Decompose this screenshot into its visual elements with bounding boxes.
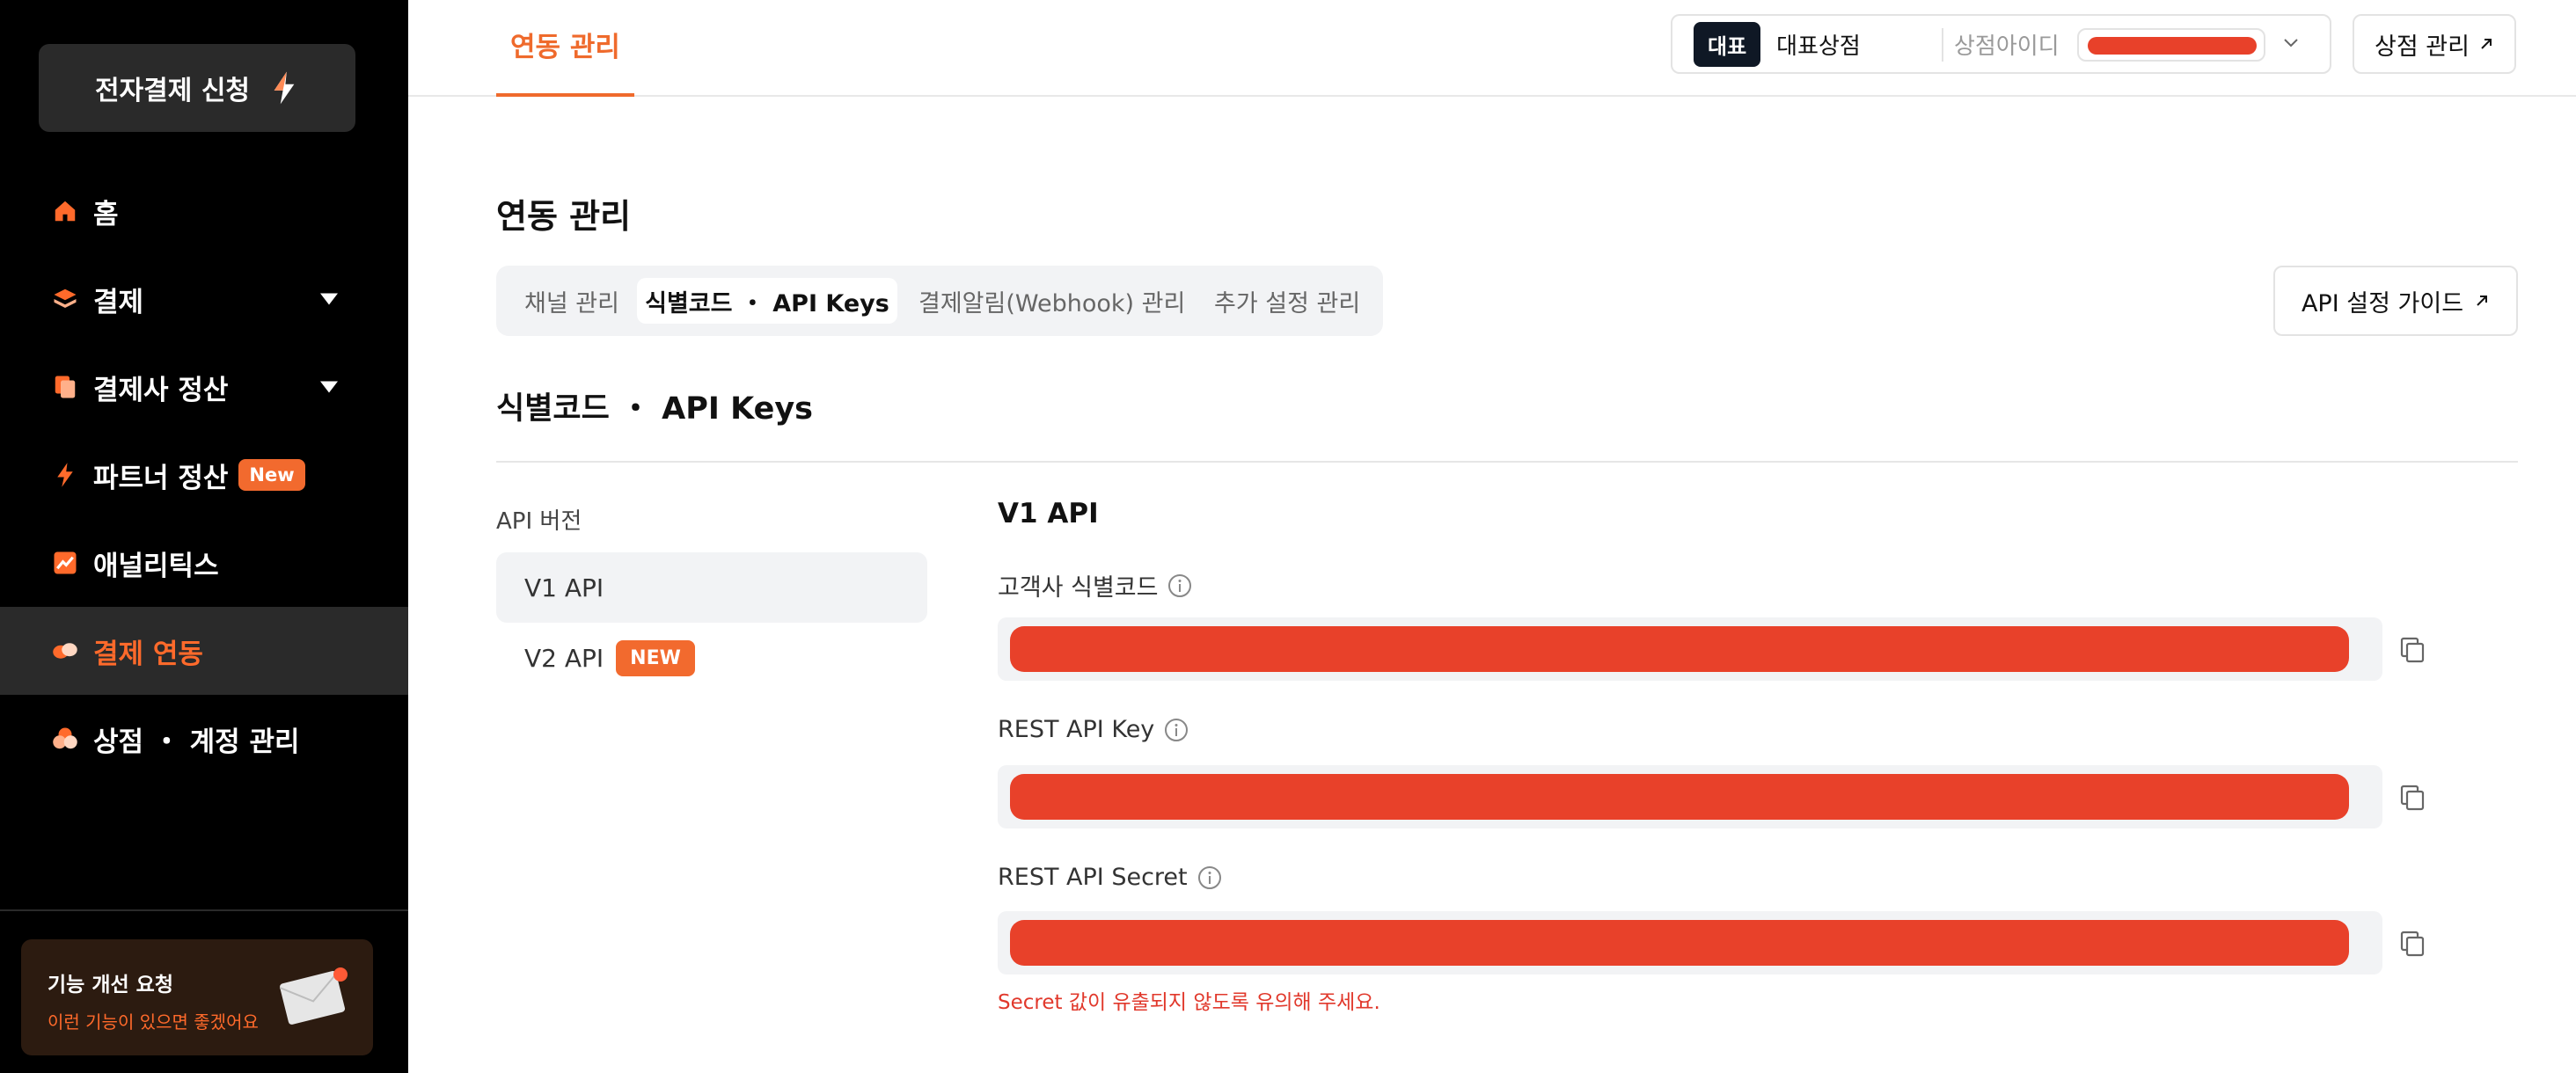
apply-payment-label: 전자결제 신청: [94, 76, 251, 106]
store-id-label: 상점아이디: [1954, 33, 2060, 60]
secret-warning: Secret 값이 유출되지 않도록 유의해 주세요.: [998, 991, 1380, 1014]
new-badge: NEW: [616, 639, 695, 676]
sidebar-item-label: 상점 ・ 계정 관리: [93, 726, 300, 758]
field-label-text: 고객사 식별코드: [998, 574, 1159, 602]
store-divider: [1942, 28, 1943, 62]
field-label-text: REST API Key: [998, 716, 1155, 743]
documents-icon: [51, 373, 79, 401]
api-version-label: V2 API: [524, 643, 604, 673]
store-management-button[interactable]: 상점 관리: [2353, 14, 2516, 74]
link-icon: [51, 637, 79, 665]
sidebar-item-analytics[interactable]: 애널리틱스: [0, 519, 408, 607]
copy-icon[interactable]: [2398, 929, 2426, 959]
sidebar-divider: [0, 909, 408, 911]
sidebar-item-label: 결제 연동: [93, 638, 203, 670]
customer-code-label: 고객사 식별코드: [998, 568, 1193, 602]
rest-api-secret-field[interactable]: [998, 911, 2382, 974]
tab-api-keys[interactable]: 식별코드 ・ API Keys: [637, 278, 897, 324]
sidebar-item-label: 애널리틱스: [93, 550, 219, 582]
info-icon[interactable]: [1197, 865, 1223, 891]
api-version-label: V1 API: [524, 573, 604, 602]
rest-api-secret-label: REST API Secret: [998, 864, 1223, 891]
sidebar-item-label: 파트너 정산: [93, 462, 229, 494]
sidebar-item-home[interactable]: 홈: [0, 167, 408, 255]
tab-webhook-management[interactable]: 결제알림(Webhook) 관리: [918, 278, 1185, 324]
caret-down-icon: [320, 293, 338, 305]
copy-icon[interactable]: [2398, 783, 2426, 813]
bolt-icon: [51, 461, 79, 489]
external-link-icon: [2481, 39, 2492, 49]
apply-payment-button[interactable]: 전자결제 신청: [39, 44, 355, 132]
store-name: 대표상점: [1776, 33, 1861, 60]
field-label-text: REST API Secret: [998, 864, 1188, 891]
new-badge: New: [238, 459, 305, 491]
envelope-icon: [279, 967, 348, 1025]
redacted-value: [1010, 774, 2349, 820]
integration-tabs: 채널 관리 식별코드 ・ API Keys 결제알림(Webhook) 관리 추…: [496, 266, 1383, 336]
sidebar-item-partner-settlement[interactable]: 파트너 정산 New: [0, 431, 408, 519]
caret-down-icon: [320, 381, 338, 393]
section-title: 식별코드 ・ API Keys: [496, 391, 814, 427]
chart-icon: [51, 549, 79, 577]
layers-icon: [51, 285, 79, 313]
info-icon[interactable]: [1163, 717, 1189, 743]
sidebar-item-payment[interactable]: 결제: [0, 255, 408, 343]
tab-integration-management[interactable]: 연동 관리: [496, 0, 634, 97]
sidebar-item-settlement[interactable]: 결제사 정산: [0, 343, 408, 431]
top-bar: 연동 관리 대표 대표상점 상점아이디 상점 관리: [408, 0, 2576, 97]
redacted-store-id: [2088, 37, 2257, 55]
redacted-value: [1010, 920, 2349, 966]
rest-api-key-field[interactable]: [998, 765, 2382, 828]
sidebar-item-label: 홈: [93, 198, 119, 230]
sidebar-item-label: 결제: [93, 286, 144, 318]
tab-additional-settings[interactable]: 추가 설정 관리: [1214, 278, 1360, 324]
chevron-down-icon[interactable]: [2283, 35, 2299, 51]
home-icon: [51, 197, 79, 225]
info-icon[interactable]: [1167, 573, 1193, 599]
store-selector[interactable]: 대표 대표상점 상점아이디: [1671, 14, 2331, 74]
sidebar-nav: 홈 결제 결제사 정산 파트너 정산 New 애널리틱스 결제 연동 상점 ・ …: [0, 167, 408, 783]
external-link-icon: [2477, 296, 2488, 306]
copy-icon[interactable]: [2398, 635, 2426, 665]
section-divider: [496, 461, 2518, 463]
api-version-v2[interactable]: V2 API NEW: [496, 623, 927, 693]
api-title: V1 API: [998, 498, 1099, 529]
store-id-field[interactable]: [2077, 28, 2265, 62]
bolt-icon: [274, 71, 295, 105]
api-version-label: API 버전: [496, 508, 582, 535]
sidebar-item-store-account[interactable]: 상점 ・ 계정 관리: [0, 695, 408, 783]
store-management-label: 상점 관리: [2375, 33, 2470, 61]
representative-badge: 대표: [1694, 21, 1761, 67]
customer-code-field[interactable]: [998, 617, 2382, 681]
store-icon: [51, 725, 79, 753]
api-guide-label: API 설정 가이드: [2301, 289, 2464, 318]
sidebar: 전자결제 신청 홈 결제 결제사 정산 파트너 정산 New 애널리틱스 결제 …: [0, 0, 408, 1073]
sidebar-item-payment-integration[interactable]: 결제 연동: [0, 607, 408, 695]
tab-channel-management[interactable]: 채널 관리: [524, 278, 619, 324]
api-guide-button[interactable]: API 설정 가이드: [2273, 266, 2518, 336]
rest-api-key-label: REST API Key: [998, 716, 1189, 743]
redacted-value: [1010, 626, 2349, 672]
page-title: 연동 관리: [496, 197, 632, 236]
api-version-v1[interactable]: V1 API: [496, 552, 927, 623]
sidebar-item-label: 결제사 정산: [93, 374, 229, 406]
feature-request-card[interactable]: 기능 개선 요청 이런 기능이 있으면 좋겠어요: [21, 939, 373, 1055]
